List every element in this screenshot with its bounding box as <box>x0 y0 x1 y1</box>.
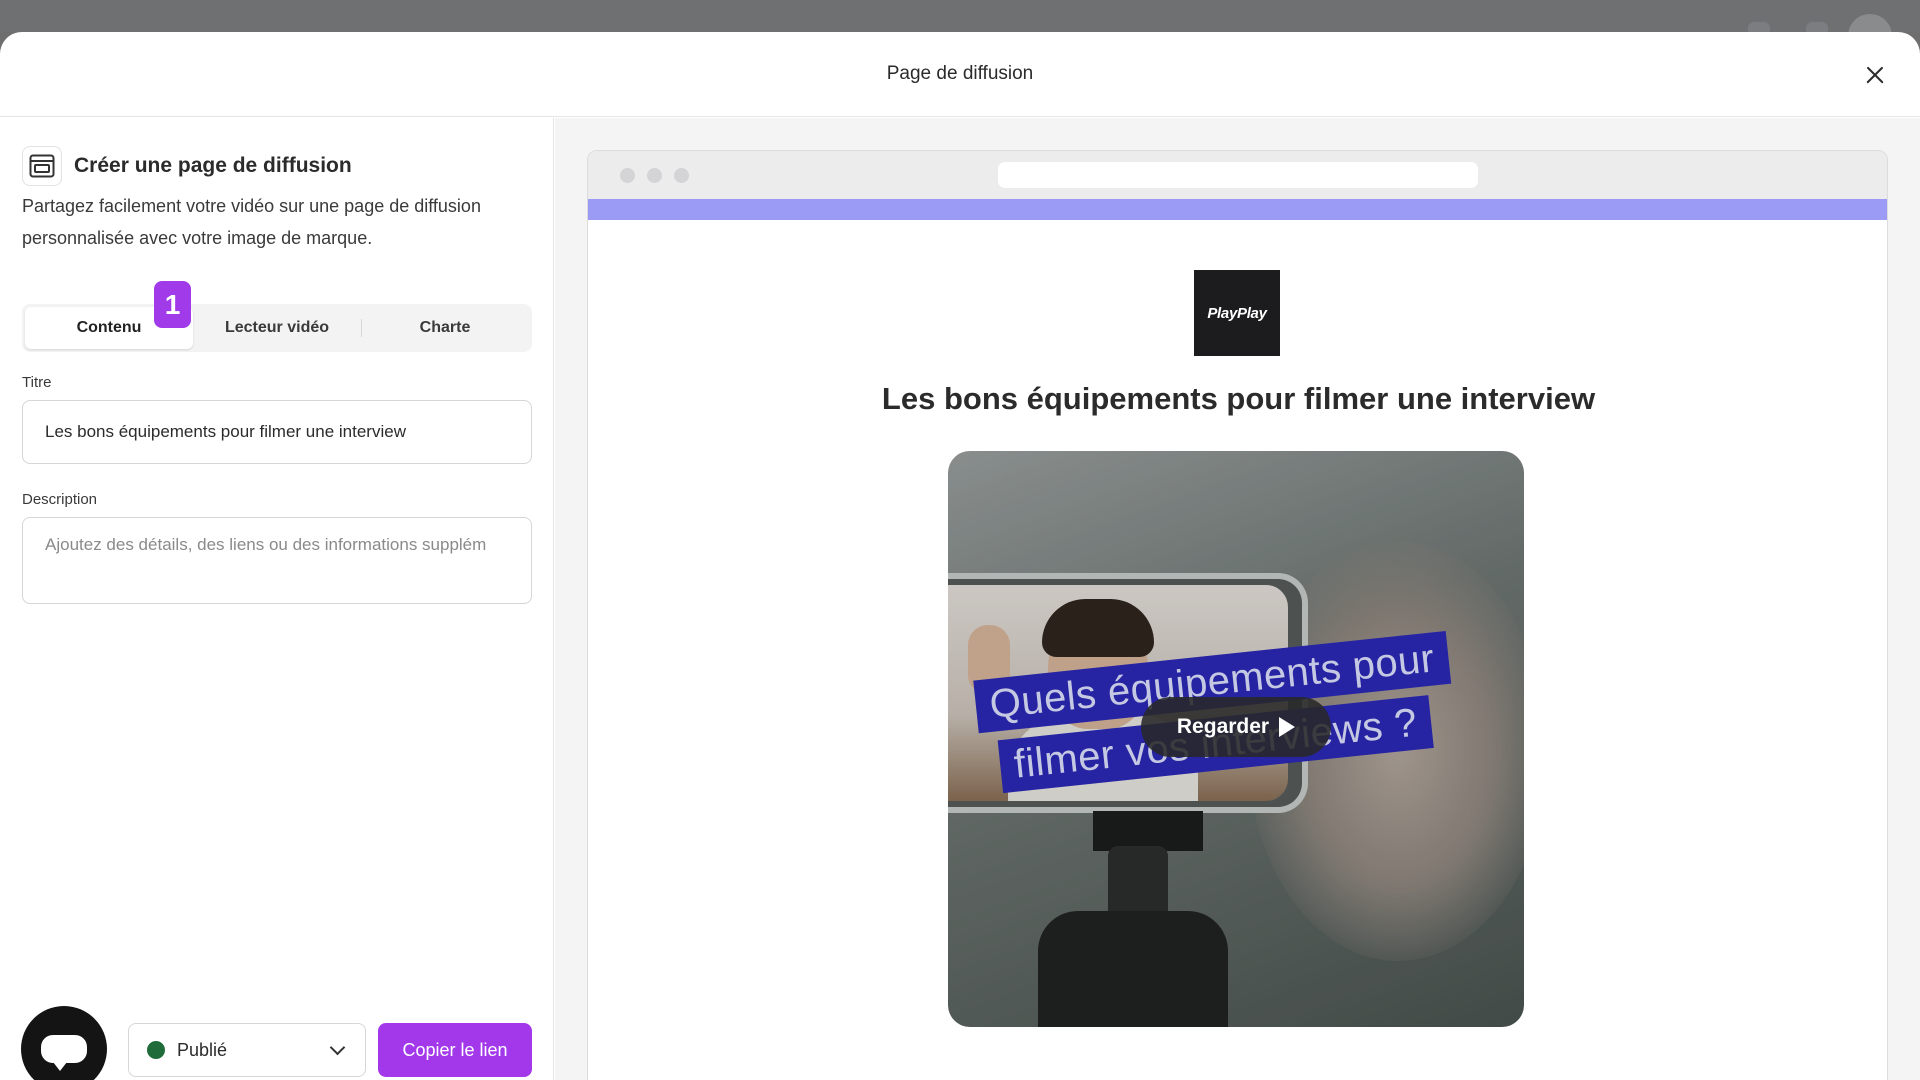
tab-charte[interactable]: Charte <box>361 307 529 349</box>
window-dot <box>620 168 635 183</box>
brand-accent-strip <box>588 199 1887 220</box>
tab-lecteur-video[interactable]: Lecteur vidéo <box>193 307 361 349</box>
settings-panel: Créer une page de diffusion Partagez fac… <box>0 118 554 1080</box>
modal-header: Page de diffusion <box>0 32 1920 117</box>
browser-mockup: PlayPlay Les bons équipements pour filme… <box>587 150 1888 1080</box>
url-bar <box>998 162 1478 188</box>
chat-icon[interactable] <box>21 1006 107 1080</box>
status-label: Publié <box>177 1039 228 1060</box>
panel-heading-row: Créer une page de diffusion <box>22 146 352 186</box>
copy-link-button[interactable]: Copier le lien <box>378 1023 532 1077</box>
modal-title: Page de diffusion <box>886 63 1034 84</box>
play-label: Regarder <box>1176 715 1270 738</box>
background-help-icon <box>1748 22 1770 32</box>
preview-area: PlayPlay Les bons équipements pour filme… <box>555 118 1920 1080</box>
chat-bubble-shape <box>41 1035 87 1071</box>
window-dot <box>647 168 662 183</box>
play-button[interactable]: Regarder <box>1141 697 1331 757</box>
window-dot <box>674 168 689 183</box>
close-icon[interactable] <box>1860 60 1890 90</box>
browser-toolbar <box>588 151 1887 199</box>
background-notification-icon <box>1806 22 1828 32</box>
panel-title: Créer une page de diffusion <box>74 154 352 177</box>
title-field-label: Titre <box>22 374 52 391</box>
brand-logo: PlayPlay <box>1194 270 1280 356</box>
description-input[interactable] <box>22 517 532 604</box>
step-badge: 1 <box>154 281 191 328</box>
status-select[interactable]: Publié <box>128 1023 366 1077</box>
play-icon <box>1279 717 1296 737</box>
video-player[interactable]: Quels équipements pour filmer vos interv… <box>948 451 1524 1027</box>
preview-page-title: Les bons équipements pour filmer une int… <box>881 381 1596 416</box>
description-field-label: Description <box>22 491 98 508</box>
panel-description: Partagez facilement votre vidéo sur une … <box>22 196 481 248</box>
status-dot <box>147 1041 165 1059</box>
title-input[interactable] <box>22 400 532 464</box>
background-app-topbar <box>0 0 1920 32</box>
broadcast-page-icon <box>22 146 62 186</box>
settings-tabs: Contenu Lecteur vidéo Charte <box>22 304 532 352</box>
brand-logo-text: PlayPlay <box>1207 304 1267 322</box>
chevron-down-icon <box>329 1039 346 1055</box>
broadcast-page-modal: Page de diffusion Créer une page de diff… <box>0 32 1920 1080</box>
